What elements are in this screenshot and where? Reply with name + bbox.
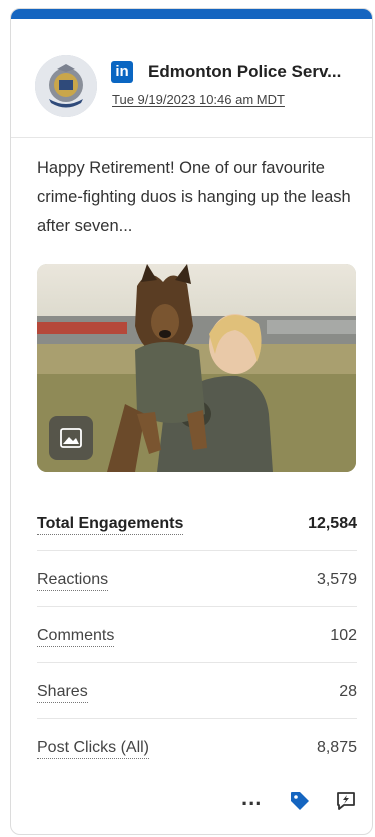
stat-row-reactions: Reactions 3,579 bbox=[37, 551, 357, 607]
linkedin-icon: in bbox=[111, 61, 133, 83]
author-name[interactable]: Edmonton Police Serv... bbox=[148, 62, 368, 82]
stat-label[interactable]: Comments bbox=[37, 627, 115, 647]
stat-row-shares: Shares 28 bbox=[37, 663, 357, 719]
police-crest-logo bbox=[35, 55, 97, 117]
post-card: in Edmonton Police Serv... Tue 9/19/2023… bbox=[10, 8, 373, 835]
stat-label[interactable]: Total Engagements bbox=[37, 515, 184, 535]
engagement-stats: Total Engagements 12,584 Reactions 3,579… bbox=[37, 495, 357, 775]
stat-label[interactable]: Shares bbox=[37, 683, 88, 703]
post-timestamp-link[interactable]: Tue 9/19/2023 10:46 am MDT bbox=[112, 92, 285, 107]
avatar[interactable] bbox=[35, 55, 97, 117]
post-header: in Edmonton Police Serv... Tue 9/19/2023… bbox=[11, 19, 372, 138]
top-accent-bar bbox=[11, 9, 372, 19]
post-actions: ... bbox=[11, 787, 372, 817]
more-options-icon[interactable]: ... bbox=[241, 787, 267, 811]
stat-row-post-clicks: Post Clicks (All) 8,875 bbox=[37, 719, 357, 775]
image-type-icon bbox=[49, 416, 93, 460]
stat-value: 12,584 bbox=[308, 515, 357, 532]
stat-value: 28 bbox=[339, 683, 357, 700]
stat-value: 8,875 bbox=[316, 739, 357, 756]
tag-icon[interactable] bbox=[288, 789, 312, 813]
post-text: Happy Retirement! One of our favourite c… bbox=[37, 159, 351, 235]
stat-label[interactable]: Post Clicks (All) bbox=[37, 739, 150, 759]
stat-value: 102 bbox=[330, 627, 357, 644]
flash-icon[interactable] bbox=[334, 789, 358, 813]
stat-label[interactable]: Reactions bbox=[37, 571, 109, 591]
stat-row-total-engagements: Total Engagements 12,584 bbox=[37, 495, 357, 551]
stat-row-comments: Comments 102 bbox=[37, 607, 357, 663]
stat-value: 3,579 bbox=[316, 571, 357, 588]
post-image[interactable] bbox=[37, 264, 356, 472]
